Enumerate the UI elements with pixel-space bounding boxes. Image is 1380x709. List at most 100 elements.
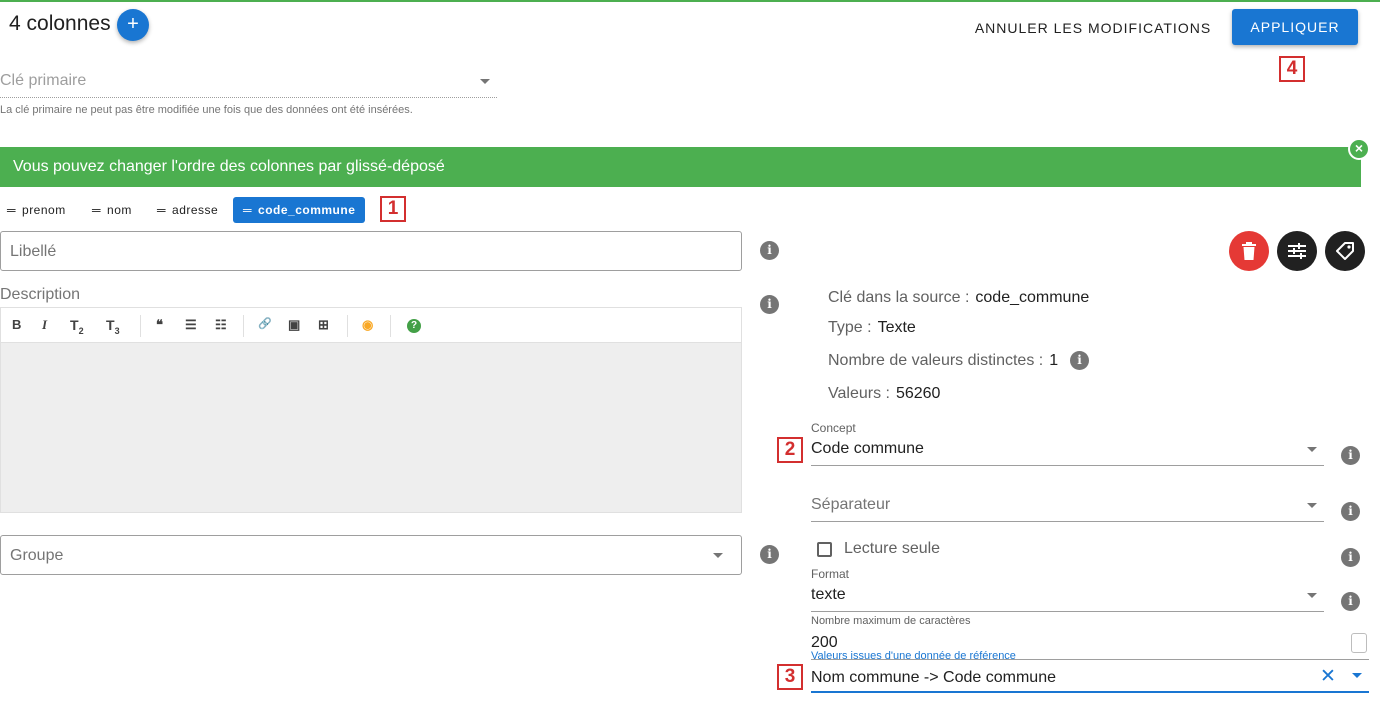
max-chars-label: Nombre maximum de caractères	[811, 615, 971, 627]
chevron-down-icon[interactable]	[1307, 593, 1317, 598]
preview-eye-icon[interactable]: ◉	[362, 317, 373, 333]
trash-icon	[1242, 242, 1256, 260]
distinct-values-label: Nombre de valeurs distinctes :	[828, 352, 1044, 369]
source-key-label: Clé dans la source :	[828, 289, 970, 306]
info-banner-text: Vous pouvez changer l'ordre des colonnes…	[13, 158, 445, 175]
primary-key-select[interactable]: Clé primaire	[0, 64, 497, 98]
separator-select[interactable]: Séparateur	[811, 496, 890, 514]
distinct-values-value: 1	[1049, 352, 1059, 369]
column-chip-nom[interactable]: ═ nom	[92, 197, 132, 223]
editor-toolbar: B I T2 T3 ❝ ☰ ☷ 🔗 ▣ ⊞ ◉ ?	[1, 308, 741, 343]
source-key-row: Clé dans la source : code_commune	[828, 289, 1089, 307]
reference-underline	[811, 691, 1369, 693]
groupe-placeholder: Groupe	[10, 547, 64, 564]
heading-3-sub: 3	[114, 325, 120, 336]
annotation-marker-3: 3	[777, 664, 803, 690]
link-icon[interactable]: 🔗	[258, 317, 272, 330]
bullet-list-icon[interactable]: ☰	[185, 317, 197, 333]
toolbar-divider	[390, 315, 391, 337]
info-icon[interactable]: i	[760, 545, 779, 564]
column-chip-code-commune[interactable]: ═ code_commune	[233, 197, 366, 223]
quote-icon[interactable]: ❝	[156, 317, 163, 333]
toolbar-divider	[140, 315, 141, 337]
annotation-marker-1: 1	[380, 196, 406, 222]
column-chip-label: adresse	[172, 203, 219, 217]
info-icon[interactable]: i	[1341, 502, 1360, 521]
reference-select[interactable]: Nom commune -> Code commune	[811, 669, 1056, 687]
distinct-values-row: Nombre de valeurs distinctes : 1	[828, 352, 1058, 370]
delete-column-button[interactable]	[1229, 231, 1269, 271]
concept-select[interactable]: Code commune	[811, 440, 924, 458]
primary-key-placeholder: Clé primaire	[0, 72, 87, 89]
readonly-checkbox[interactable]	[817, 542, 832, 557]
concept-underline	[811, 465, 1324, 466]
values-label: Valeurs :	[828, 385, 890, 402]
annotation-marker-2: 2	[777, 437, 803, 463]
tag-icon	[1336, 242, 1354, 260]
chevron-down-icon[interactable]	[1307, 447, 1317, 452]
close-banner-icon[interactable]: ×	[1348, 138, 1370, 160]
chevron-down-icon	[480, 79, 490, 84]
top-accent-line	[0, 0, 1380, 2]
sliders-icon	[1288, 243, 1306, 259]
editor-content-area[interactable]	[1, 343, 741, 512]
heading-3-button[interactable]: T3	[106, 317, 120, 336]
italic-button[interactable]: I	[42, 317, 47, 333]
reference-label: Valeurs issues d'une donnée de référence	[811, 650, 1016, 662]
column-tags-button[interactable]	[1325, 231, 1365, 271]
type-label: Type :	[828, 319, 872, 336]
source-key-value: code_commune	[975, 289, 1090, 306]
cancel-changes-button[interactable]: ANNULER LES MODIFICATIONS	[968, 14, 1218, 42]
values-value: 56260	[895, 385, 941, 402]
info-icon[interactable]: i	[760, 295, 779, 314]
annotation-marker-4: 4	[1279, 56, 1305, 82]
apply-button[interactable]: APPLIQUER	[1232, 9, 1358, 45]
type-row: Type : Texte	[828, 319, 916, 337]
number-stepper[interactable]	[1351, 633, 1367, 653]
image-icon[interactable]: ▣	[288, 317, 300, 333]
bold-button[interactable]: B	[12, 317, 21, 332]
column-chip-label: nom	[107, 203, 132, 217]
info-icon[interactable]: i	[1341, 446, 1360, 465]
description-label: Description	[0, 286, 81, 303]
heading-2-button[interactable]: T2	[70, 317, 84, 336]
column-chip-adresse[interactable]: ═ adresse	[157, 197, 218, 223]
format-label: Format	[811, 567, 850, 581]
libelle-input[interactable]: Libellé	[0, 231, 742, 271]
drag-handle-icon: ═	[92, 203, 102, 217]
info-icon[interactable]: i	[1341, 592, 1360, 611]
help-icon[interactable]: ?	[407, 319, 421, 333]
add-column-button[interactable]: +	[117, 9, 149, 41]
drag-handle-icon: ═	[7, 203, 17, 217]
clear-icon[interactable]: ✕	[1320, 665, 1336, 688]
heading-2-sub: 2	[78, 325, 84, 336]
values-row: Valeurs : 56260	[828, 385, 940, 403]
format-underline	[811, 611, 1324, 612]
libelle-placeholder: Libellé	[10, 243, 57, 260]
drag-handle-icon: ═	[243, 203, 253, 217]
separator-underline	[811, 521, 1324, 522]
info-banner: Vous pouvez changer l'ordre des colonnes…	[0, 147, 1361, 187]
format-select[interactable]: texte	[811, 586, 846, 604]
groupe-select[interactable]: Groupe	[0, 535, 742, 575]
numbered-list-icon[interactable]: ☷	[215, 317, 227, 333]
toolbar-divider	[243, 315, 244, 337]
primary-key-hint: La clé primaire ne peut pas être modifié…	[0, 104, 413, 116]
info-icon[interactable]: i	[760, 241, 779, 260]
reference-top-line	[811, 659, 1369, 660]
toolbar-divider	[347, 315, 348, 337]
page-title: 4 colonnes	[9, 12, 111, 35]
description-editor[interactable]: B I T2 T3 ❝ ☰ ☷ 🔗 ▣ ⊞ ◉ ?	[0, 307, 742, 513]
column-chip-label: code_commune	[258, 203, 356, 217]
table-icon[interactable]: ⊞	[318, 317, 329, 333]
chevron-down-icon	[713, 553, 723, 558]
column-chip-prenom[interactable]: ═ prenom	[7, 197, 66, 223]
chevron-down-icon[interactable]	[1352, 673, 1362, 678]
column-settings-button[interactable]	[1277, 231, 1317, 271]
readonly-label: Lecture seule	[844, 540, 941, 557]
column-chip-label: prenom	[22, 203, 66, 217]
chevron-down-icon[interactable]	[1307, 503, 1317, 508]
info-icon[interactable]: i	[1341, 548, 1360, 567]
drag-handle-icon: ═	[157, 203, 167, 217]
info-icon[interactable]: i	[1070, 351, 1089, 370]
